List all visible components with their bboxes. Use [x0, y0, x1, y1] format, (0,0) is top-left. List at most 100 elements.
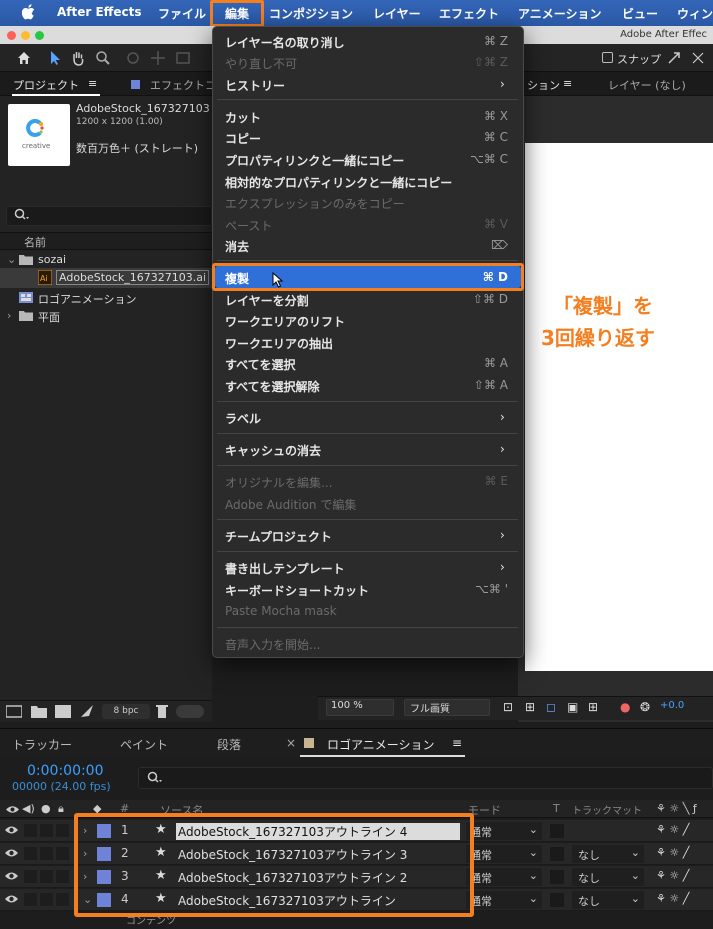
layer-switches[interactable]: ⚘ ☼ ╱ [656, 869, 689, 882]
menu-effect[interactable]: エフェクト [439, 5, 499, 22]
tab-composition[interactable]: ション [527, 77, 560, 93]
interpret-footage-icon[interactable] [6, 705, 22, 718]
menu-item-copy-with-property-links[interactable]: プロパティリンクと一緒にコピー [225, 152, 404, 169]
preserve-transparency-toggle[interactable] [550, 893, 564, 907]
close-tab-icon[interactable]: × [286, 736, 296, 750]
selection-tool-icon[interactable] [47, 50, 63, 66]
audio-toggle[interactable] [24, 824, 37, 837]
menu-item-deselect-all[interactable]: すべてを選択解除 [225, 378, 319, 395]
bit-depth-button[interactable]: 8 bpc [102, 704, 150, 719]
menu-view[interactable]: ビュー [622, 5, 658, 22]
audio-toggle[interactable] [24, 893, 37, 906]
blend-mode-dropdown[interactable]: 通常 ⌄ [466, 822, 542, 840]
tab-layer[interactable]: レイヤー (なし) [608, 77, 686, 93]
shape-tool-icon[interactable] [175, 50, 191, 66]
menu-item-copy-relative-property-links[interactable]: 相対的なプロパティリンクと一緒にコピー [225, 174, 452, 191]
snap-toggle-icon[interactable] [666, 50, 682, 66]
menu-item-split-layer[interactable]: レイヤーを分割 [225, 292, 309, 309]
preserve-transparency-toggle[interactable] [550, 847, 564, 861]
menu-layer[interactable]: レイヤー [373, 5, 421, 22]
close-window-button[interactable] [7, 31, 16, 40]
hand-tool-icon[interactable] [70, 50, 86, 66]
tab-paint[interactable]: ペイント [120, 736, 168, 753]
timeline-menu-icon[interactable]: ≡ [452, 736, 462, 750]
tab-effect-controls[interactable]: エフェクトコ [150, 77, 216, 93]
exposure-value[interactable]: +0.0 [660, 700, 684, 711]
timeline-search-input[interactable] [138, 767, 713, 789]
solo-toggle[interactable] [40, 847, 53, 860]
region-of-interest-icon[interactable]: ⊡ [503, 700, 513, 714]
menu-item-extract-work-area[interactable]: ワークエリアの抽出 [225, 335, 333, 352]
menu-item-history[interactable]: ヒストリー [225, 77, 285, 94]
menu-item-copy[interactable]: コピー [225, 130, 261, 147]
guides-icon[interactable]: ▣ [567, 700, 578, 714]
tab-paragraph[interactable]: 段落 [217, 736, 241, 753]
layer-switches[interactable]: ⚘ ☼ ╱ [656, 823, 689, 836]
tab-project[interactable]: プロジェクト [13, 77, 79, 93]
snap-checkbox[interactable] [602, 52, 613, 63]
transparency-grid-icon[interactable]: ⊞ [525, 700, 535, 714]
blend-mode-dropdown[interactable]: 通常 ⌄ [466, 891, 542, 909]
menu-item-team-project[interactable]: チームプロジェクト [225, 528, 332, 545]
menu-window[interactable]: ウィン [677, 5, 713, 22]
audio-toggle[interactable] [24, 847, 37, 860]
list-item-ai-file[interactable]: Ai AdobeStock_167327103.ai [0, 268, 212, 288]
pan-behind-tool-icon[interactable] [150, 50, 166, 66]
menu-item-purge-cache[interactable]: キャッシュの消去 [225, 442, 321, 459]
expand-icon[interactable] [690, 50, 706, 66]
channels-icon[interactable]: ● [620, 700, 630, 714]
comp-panel-menu-icon[interactable]: ≡ [563, 77, 572, 90]
project-search-input[interactable] [6, 206, 212, 226]
preserve-transparency-toggle[interactable] [550, 824, 564, 838]
lock-toggle[interactable] [56, 824, 69, 837]
new-composition-icon[interactable] [55, 705, 71, 718]
tab-logo-animation[interactable]: ロゴアニメーション [327, 736, 435, 753]
mask-visibility-icon[interactable]: ◻ [546, 700, 556, 714]
audio-toggle[interactable] [24, 870, 37, 883]
lock-toggle[interactable] [56, 847, 69, 860]
layer-switches[interactable]: ⚘ ☼ ╱ [656, 892, 689, 905]
solo-toggle[interactable] [40, 824, 53, 837]
track-matte-dropdown[interactable]: なし ⌄ [572, 868, 644, 886]
composition-canvas[interactable] [525, 143, 713, 671]
zoom-tool-icon[interactable] [95, 50, 111, 66]
list-item-folder-sozai[interactable]: ⌄ sozai [0, 250, 212, 270]
blend-mode-dropdown[interactable]: 通常 ⌄ [466, 845, 542, 863]
render-icon[interactable] [80, 704, 94, 718]
visibility-eye-icon[interactable] [5, 848, 18, 858]
menu-item-undo-rename[interactable]: レイヤー名の取り消し [225, 34, 345, 51]
menu-item-keyboard-shortcuts[interactable]: キーボードショートカット [225, 582, 369, 599]
collapse-arrow-icon[interactable]: ⌄ [7, 253, 16, 266]
apple-icon[interactable] [22, 3, 36, 21]
grid-icon[interactable]: ⊞ [588, 700, 598, 714]
menu-item-cut[interactable]: カット [225, 109, 261, 126]
rotate-tool-icon[interactable] [125, 50, 141, 66]
track-matte-dropdown[interactable]: なし ⌄ [572, 845, 644, 863]
trash-icon[interactable] [156, 704, 168, 718]
lock-toggle[interactable] [56, 870, 69, 883]
visibility-eye-icon[interactable] [5, 871, 18, 881]
layer-switches[interactable]: ⚘ ☼ ╱ [656, 846, 689, 859]
reset-exposure-icon[interactable]: ❂ [640, 700, 650, 714]
home-icon[interactable] [16, 50, 32, 66]
visibility-eye-icon[interactable] [5, 825, 18, 835]
solo-toggle[interactable] [40, 870, 53, 883]
minimize-window-button[interactable] [21, 31, 30, 40]
menu-app-name[interactable]: After Effects [57, 5, 142, 19]
menu-file[interactable]: ファイル [158, 5, 206, 22]
column-name-header[interactable]: 名前 [24, 234, 46, 250]
expand-arrow-icon[interactable]: › [7, 309, 11, 322]
menu-animation[interactable]: アニメーション [518, 5, 602, 22]
blend-mode-dropdown[interactable]: 通常 ⌄ [466, 868, 542, 886]
visibility-eye-icon[interactable] [5, 894, 18, 904]
tab-tracker[interactable]: トラッカー [12, 736, 72, 753]
track-matte-dropdown[interactable]: なし ⌄ [572, 891, 644, 909]
thumbnail-size-slider[interactable] [176, 705, 204, 718]
lock-toggle[interactable] [56, 893, 69, 906]
menu-item-select-all[interactable]: すべてを選択 [225, 356, 295, 373]
column-track-matte[interactable]: トラックマット [572, 802, 642, 817]
menu-item-clear[interactable]: 消去 [225, 238, 249, 255]
list-item-composition[interactable]: ロゴアニメーション [0, 288, 212, 308]
new-folder-icon[interactable] [31, 705, 47, 718]
menu-composition[interactable]: コンポジション [269, 5, 353, 22]
